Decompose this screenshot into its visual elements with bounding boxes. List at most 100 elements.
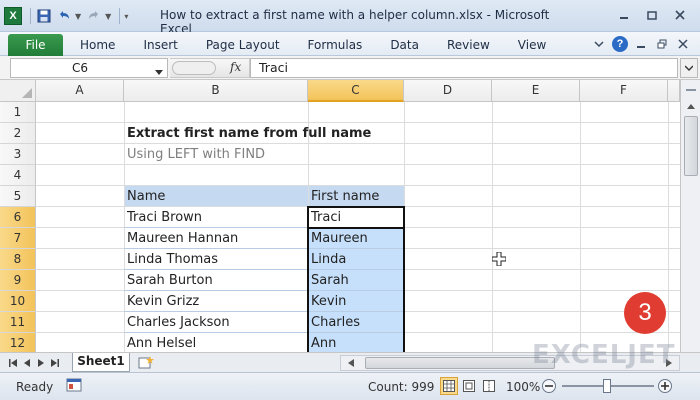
insert-function-icon[interactable]: fx bbox=[230, 60, 241, 74]
tab-formulas[interactable]: Formulas bbox=[294, 37, 377, 53]
column-header-e[interactable]: E bbox=[492, 80, 580, 102]
row-header-9[interactable]: 9 bbox=[0, 270, 36, 291]
title-bar: X ▼ ▼ ▾ How to extract a first name with… bbox=[0, 0, 700, 36]
restore-icon[interactable] bbox=[638, 6, 666, 24]
column-header-a[interactable]: A bbox=[36, 80, 124, 102]
table-cell-first[interactable]: Linda bbox=[308, 249, 404, 270]
scroll-left-icon[interactable] bbox=[345, 357, 357, 369]
table-cell-name[interactable]: Ann Helsel bbox=[124, 333, 308, 352]
view-buttons bbox=[440, 377, 500, 395]
step-badge: 3 bbox=[624, 292, 666, 334]
table-cell-name[interactable]: Kevin Grizz bbox=[124, 291, 308, 312]
redo-dropdown-icon[interactable]: ▼ bbox=[105, 12, 111, 21]
table-cell-name[interactable]: Traci Brown bbox=[124, 207, 308, 228]
tab-page-layout[interactable]: Page Layout bbox=[192, 37, 294, 53]
name-box-dropdown-icon[interactable] bbox=[155, 65, 163, 79]
zoom-slider-thumb[interactable] bbox=[603, 379, 611, 393]
row-header-4[interactable]: 4 bbox=[0, 165, 36, 186]
tab-review[interactable]: Review bbox=[433, 37, 504, 53]
excel-app-icon[interactable]: X bbox=[4, 7, 22, 25]
customize-qat-icon[interactable]: ▾ bbox=[124, 12, 128, 21]
table-cell-first[interactable]: Sarah bbox=[308, 270, 404, 291]
save-icon[interactable] bbox=[35, 7, 53, 25]
tab-view[interactable]: View bbox=[504, 37, 560, 53]
row-header-2[interactable]: 2 bbox=[0, 123, 36, 144]
workbook-close-icon[interactable] bbox=[674, 36, 692, 52]
name-box[interactable]: C6 bbox=[10, 58, 168, 78]
status-bar: Ready Count: 999 100% bbox=[0, 372, 700, 400]
header-first-name[interactable]: First name bbox=[308, 186, 404, 207]
prev-sheet-icon[interactable] bbox=[20, 357, 34, 369]
table-cell-name[interactable]: Charles Jackson bbox=[124, 312, 308, 333]
tab-home[interactable]: Home bbox=[66, 37, 129, 53]
expand-formula-bar-icon[interactable] bbox=[680, 58, 698, 78]
table-cell-first[interactable]: Charles bbox=[308, 312, 404, 333]
header-name[interactable]: Name bbox=[124, 186, 308, 207]
row-header-10[interactable]: 10 bbox=[0, 291, 36, 312]
scroll-up-icon[interactable] bbox=[683, 98, 699, 114]
workbook-minimize-icon[interactable] bbox=[632, 36, 650, 52]
undo-dropdown-icon[interactable]: ▼ bbox=[75, 12, 81, 21]
close-icon[interactable] bbox=[666, 6, 694, 24]
workbook-restore-icon[interactable] bbox=[653, 36, 671, 52]
row-header-12[interactable]: 12 bbox=[0, 333, 36, 352]
vertical-scrollbar[interactable] bbox=[680, 80, 700, 352]
redo-icon[interactable] bbox=[85, 7, 103, 25]
table-cell-name[interactable]: Linda Thomas bbox=[124, 249, 308, 270]
exceljet-watermark: EXCELJET bbox=[532, 340, 676, 370]
zoom-level[interactable]: 100% bbox=[506, 380, 540, 394]
row-header-11[interactable]: 11 bbox=[0, 312, 36, 333]
help-icon[interactable]: ? bbox=[611, 36, 629, 52]
normal-view-icon[interactable] bbox=[440, 377, 458, 395]
name-box-value: C6 bbox=[71, 61, 88, 75]
ribbon-tabs: File Home Insert Page Layout Formulas Da… bbox=[0, 32, 700, 56]
tab-insert[interactable]: Insert bbox=[129, 37, 191, 53]
ribbon-tab-list: Home Insert Page Layout Formulas Data Re… bbox=[66, 37, 560, 53]
worksheet-grid[interactable]: A B C D E F 1 2 3 4 5 6 7 8 9 10 11 12 E… bbox=[0, 80, 700, 352]
row-header-6[interactable]: 6 bbox=[0, 207, 36, 228]
column-header-b[interactable]: B bbox=[124, 80, 308, 102]
table-cell-first[interactable]: Maureen bbox=[308, 228, 404, 249]
minimize-ribbon-icon[interactable] bbox=[590, 36, 608, 52]
row-header-1[interactable]: 1 bbox=[0, 102, 36, 123]
row-header-5[interactable]: 5 bbox=[0, 186, 36, 207]
sheet-tab-sheet1[interactable]: Sheet1 bbox=[72, 353, 130, 372]
page-layout-view-icon[interactable] bbox=[460, 377, 478, 395]
macro-record-icon[interactable] bbox=[66, 378, 82, 392]
quick-access-toolbar: X ▼ ▼ ▾ bbox=[4, 6, 132, 26]
first-sheet-icon[interactable] bbox=[6, 357, 20, 369]
column-header-d[interactable]: D bbox=[404, 80, 492, 102]
ribbon-right-controls: ? bbox=[587, 36, 692, 52]
horizontal-scroll-thumb[interactable] bbox=[365, 357, 555, 369]
window-controls bbox=[610, 6, 694, 24]
formula-pill bbox=[172, 61, 216, 75]
select-all-corner[interactable] bbox=[0, 80, 36, 102]
formula-input[interactable]: Traci bbox=[250, 58, 678, 78]
qat-separator bbox=[30, 8, 31, 24]
tab-file[interactable]: File bbox=[8, 34, 63, 56]
page-break-view-icon[interactable] bbox=[480, 377, 498, 395]
last-sheet-icon[interactable] bbox=[48, 357, 62, 369]
tab-data[interactable]: Data bbox=[376, 37, 433, 53]
table-cell-name[interactable]: Maureen Hannan bbox=[124, 228, 308, 249]
vertical-scroll-thumb[interactable] bbox=[684, 116, 698, 176]
table-cell-first[interactable]: Kevin bbox=[308, 291, 404, 312]
row-header-3[interactable]: 3 bbox=[0, 144, 36, 165]
row-header-8[interactable]: 8 bbox=[0, 249, 36, 270]
zoom-out-icon[interactable] bbox=[542, 379, 556, 393]
column-header-c[interactable]: C bbox=[308, 80, 404, 102]
minimize-icon[interactable] bbox=[610, 6, 638, 24]
row-header-7[interactable]: 7 bbox=[0, 228, 36, 249]
table-cell-first[interactable]: Traci bbox=[308, 207, 404, 228]
zoom-in-icon[interactable] bbox=[658, 379, 672, 393]
sheet-subtitle[interactable]: Using LEFT with FIND bbox=[124, 144, 424, 165]
table-cell-first[interactable]: Ann bbox=[308, 333, 404, 352]
undo-icon[interactable] bbox=[55, 7, 73, 25]
column-header-f[interactable]: F bbox=[580, 80, 668, 102]
next-sheet-icon[interactable] bbox=[34, 357, 48, 369]
sheet-nav bbox=[6, 357, 62, 369]
insert-sheet-icon[interactable] bbox=[138, 356, 154, 370]
sheet-title[interactable]: Extract first name from full name bbox=[124, 123, 424, 144]
table-cell-name[interactable]: Sarah Burton bbox=[124, 270, 308, 291]
split-box-icon[interactable] bbox=[683, 82, 699, 98]
